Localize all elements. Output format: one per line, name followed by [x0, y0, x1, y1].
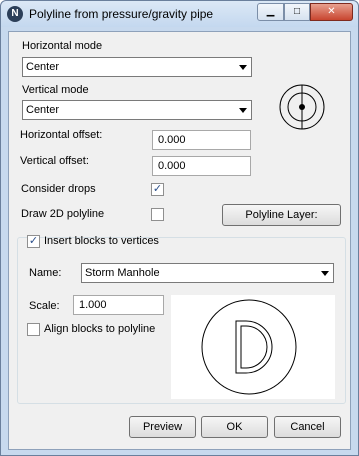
minimize-button[interactable]: ▁ — [257, 3, 284, 21]
horizontal-offset-value: 0.000 — [158, 134, 186, 146]
horizontal-offset-input[interactable]: 0.000 — [152, 130, 251, 150]
cancel-button[interactable]: Cancel — [274, 416, 341, 438]
align-blocks-label: Align blocks to polyline — [44, 323, 156, 335]
close-button[interactable]: ✕ — [310, 3, 353, 21]
scale-label: Scale: — [29, 300, 60, 312]
vertical-offset-label: Vertical offset: — [20, 155, 89, 167]
app-icon: N — [7, 6, 23, 22]
scale-value: 1.000 — [79, 299, 107, 311]
maximize-button[interactable]: □ — [284, 3, 310, 21]
block-name-value: Storm Manhole — [85, 267, 160, 279]
dialog-body: Horizontal mode Center Vertical mode Cen… — [8, 31, 351, 450]
chevron-down-icon — [321, 271, 329, 276]
block-name-select[interactable]: Storm Manhole — [81, 263, 334, 283]
vertical-mode-label: Vertical mode — [22, 84, 89, 96]
insert-blocks-label: Insert blocks to vertices — [44, 235, 159, 247]
preview-button[interactable]: Preview — [129, 416, 196, 438]
block-preview-panel — [171, 295, 335, 399]
consider-drops-label: Consider drops — [21, 183, 96, 195]
vertical-mode-select[interactable]: Center — [22, 100, 252, 120]
chevron-down-icon — [239, 65, 247, 70]
insert-blocks-checkbox[interactable]: ✓ — [27, 235, 40, 248]
alignment-symbol-icon — [279, 84, 325, 130]
window-title: Polyline from pressure/gravity pipe — [29, 7, 214, 21]
consider-drops-checkbox[interactable]: ✓ — [151, 183, 164, 196]
block-preview-icon — [201, 299, 297, 395]
dialog-window: N Polyline from pressure/gravity pipe ▁ … — [0, 0, 359, 456]
horizontal-mode-label: Horizontal mode — [22, 40, 103, 52]
block-name-label: Name: — [29, 267, 62, 279]
horizontal-mode-select[interactable]: Center — [22, 57, 252, 77]
horizontal-mode-value: Center — [26, 61, 60, 73]
title-bar[interactable]: N Polyline from pressure/gravity pipe ▁ … — [1, 1, 358, 27]
draw-2d-polyline-label: Draw 2D polyline — [21, 208, 105, 220]
ok-button[interactable]: OK — [201, 416, 268, 438]
draw-2d-polyline-checkbox[interactable] — [151, 208, 164, 221]
vertical-mode-value: Center — [26, 104, 60, 116]
vertical-offset-value: 0.000 — [158, 160, 186, 172]
polyline-layer-button[interactable]: Polyline Layer: — [222, 204, 341, 226]
vertical-offset-input[interactable]: 0.000 — [152, 156, 251, 176]
chevron-down-icon — [239, 108, 247, 113]
align-blocks-checkbox[interactable] — [27, 323, 40, 336]
horizontal-offset-label: Horizontal offset: — [20, 129, 103, 141]
scale-input[interactable]: 1.000 — [73, 295, 164, 315]
